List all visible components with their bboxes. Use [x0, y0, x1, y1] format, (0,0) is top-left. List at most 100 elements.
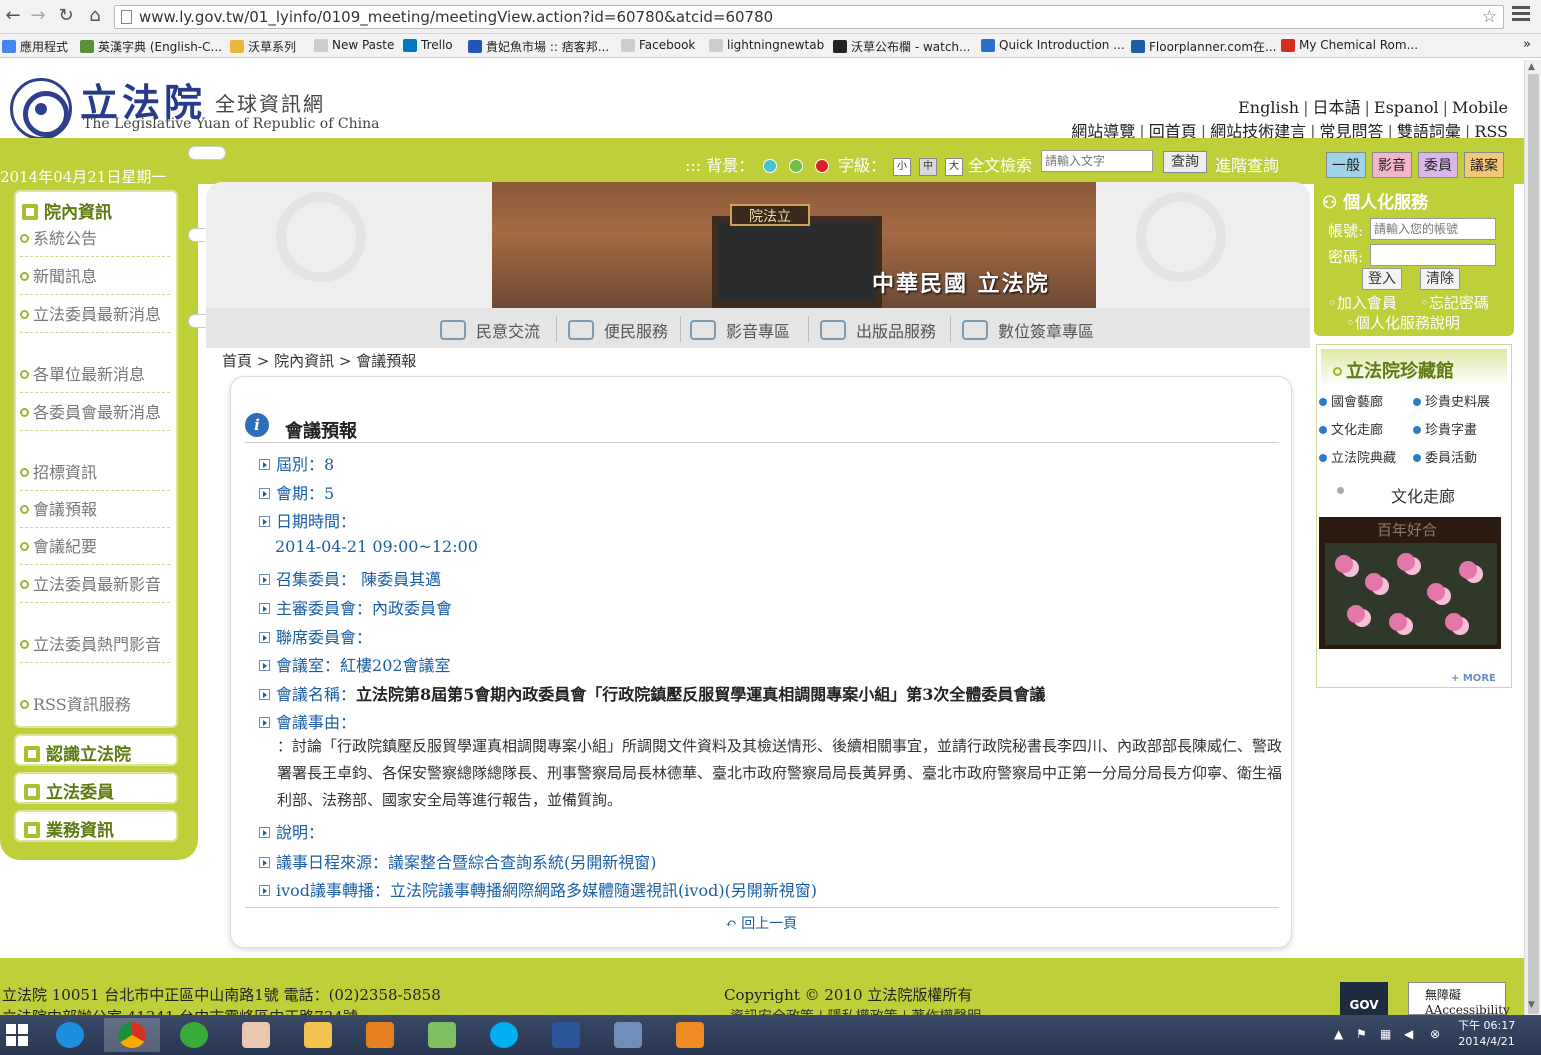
search-button[interactable]: 查詢: [1163, 151, 1207, 173]
section-internal-info[interactable]: 院內資訊: [22, 198, 112, 223]
address-bar[interactable]: www.ly.gov.tw/01_lyinfo/0109_meeting/mee…: [114, 5, 1504, 29]
close-circle-icon[interactable]: ⊗: [1430, 1027, 1440, 1041]
sidebar-item[interactable]: 會議紀要: [20, 536, 170, 565]
ie-taskbar-button[interactable]: [42, 1018, 98, 1052]
app-taskbar-button[interactable]: [414, 1018, 470, 1052]
browser-menu-icon[interactable]: [1512, 6, 1530, 26]
app-taskbar-button[interactable]: [228, 1018, 284, 1052]
volume-icon[interactable]: ◀: [1404, 1027, 1413, 1041]
advanced-search-link[interactable]: 進階查詢: [1215, 152, 1279, 176]
more-link[interactable]: + MORE: [1451, 673, 1496, 684]
sidebar-item[interactable]: 招標資訊: [20, 462, 170, 491]
login-button[interactable]: 登入: [1362, 268, 1402, 290]
media-taskbar-button[interactable]: [662, 1018, 718, 1052]
museum-link[interactable]: 國會藝廊: [1319, 391, 1383, 410]
system-clock[interactable]: 下午 06:17 2014/4/21: [1458, 1018, 1515, 1050]
bookmark-item[interactable]: lightningnewtab: [709, 38, 824, 52]
scrollbar[interactable]: ▲ ▼: [1524, 60, 1541, 1015]
skype-taskbar-button[interactable]: [476, 1018, 532, 1052]
accessibility-badge[interactable]: 無障礙 AAccessibility: [1408, 982, 1510, 1015]
back-link[interactable]: ↶ 回上一頁: [725, 913, 797, 933]
scroll-up-icon[interactable]: ▲: [1528, 62, 1535, 72]
font-small-button[interactable]: 小: [893, 158, 911, 176]
ivod-link[interactable]: 立法院議事轉播網際網路多媒體隨選視訊(ivod)(另開新視窗): [390, 881, 817, 900]
museum-link[interactable]: 立法院典藏: [1319, 447, 1396, 466]
account-input[interactable]: [1370, 218, 1496, 240]
nav-tab-services[interactable]: 便民服務: [568, 318, 668, 342]
bookmark-item[interactable]: My Chemical Rom...: [1281, 38, 1418, 52]
gov-badge[interactable]: GOV: [1340, 982, 1388, 1015]
bookmark-item[interactable]: 沃草系列: [230, 38, 296, 55]
network-icon[interactable]: ▦: [1380, 1027, 1391, 1041]
flag-icon[interactable]: ⚑: [1356, 1027, 1367, 1041]
word-taskbar-button[interactable]: [538, 1018, 594, 1052]
font-medium-button[interactable]: 中: [919, 158, 937, 176]
chrome-taskbar-button[interactable]: [104, 1018, 160, 1052]
sidebar-item[interactable]: 立法委員最新消息: [20, 304, 170, 333]
bookmark-item[interactable]: 沃草公布欄 - watch...: [833, 38, 970, 55]
scroll-thumb[interactable]: [1528, 74, 1539, 1014]
sidebar-item[interactable]: 新聞訊息: [20, 266, 170, 295]
tab-media[interactable]: 影音: [1372, 152, 1412, 178]
sidebar-item[interactable]: 立法委員最新影音: [20, 574, 170, 603]
reload-icon[interactable]: ↻: [55, 5, 77, 27]
tab-general[interactable]: 一般: [1326, 152, 1366, 178]
bookmarks-more-icon[interactable]: »: [1523, 37, 1531, 52]
sidebar-item[interactable]: 系統公告: [20, 228, 170, 257]
tab-bills[interactable]: 議案: [1464, 152, 1504, 178]
sidebar-item[interactable]: 各單位最新消息: [20, 364, 170, 393]
tab-legislators[interactable]: 委員: [1418, 152, 1458, 178]
sidebar-item[interactable]: RSS資訊服務: [20, 694, 170, 722]
forgot-password-link[interactable]: ◦忘記密碼: [1420, 292, 1489, 313]
back-arrow-icon[interactable]: ←: [2, 5, 24, 27]
bg-color-green[interactable]: [789, 159, 803, 173]
lang-spanish-link[interactable]: Espanol: [1374, 98, 1439, 117]
app-taskbar-button[interactable]: [600, 1018, 656, 1052]
clear-button[interactable]: 清除: [1420, 268, 1460, 290]
sidebar-button-legislators[interactable]: 立法委員: [14, 772, 178, 804]
sidebar-button-about[interactable]: 認識立法院: [14, 734, 178, 766]
footer-policy-links[interactable]: 資訊安全政策 | 隱私權政策 | 著作權聲明: [730, 1006, 981, 1015]
lang-english-link[interactable]: English: [1238, 98, 1299, 117]
bookmark-item[interactable]: Facebook: [621, 38, 695, 52]
nav-tab-media[interactable]: 影音專區: [690, 318, 790, 342]
sidebar-item[interactable]: 各委員會最新消息: [20, 402, 170, 431]
agenda-source-link[interactable]: 議案整合暨綜合查詢系統(另開新視窗): [388, 853, 657, 872]
bookmark-item[interactable]: 英漢字典 (English-C...: [80, 38, 222, 55]
personal-service-help-link[interactable]: ◦個人化服務說明: [1346, 312, 1460, 333]
bookmark-item[interactable]: Trello: [403, 38, 453, 52]
museum-link[interactable]: 珍貴字畫: [1413, 419, 1477, 438]
nav-tab-digital-signature[interactable]: 數位簽章專區: [962, 318, 1094, 342]
lily-painting-image[interactable]: 百年好合: [1319, 517, 1501, 649]
nav-tab-publications[interactable]: 出版品服務: [820, 318, 936, 342]
app-taskbar-button[interactable]: [352, 1018, 408, 1052]
breadcrumb[interactable]: 首頁 > 院內資訊 > 會議預報: [222, 350, 416, 371]
password-input[interactable]: [1370, 244, 1496, 266]
museum-link[interactable]: 文化走廊: [1319, 419, 1383, 438]
legislative-yuan-emblem-icon[interactable]: [10, 78, 72, 140]
home-icon[interactable]: ⌂: [84, 5, 106, 27]
scroll-down-icon[interactable]: ▼: [1528, 1000, 1535, 1010]
bookmark-item[interactable]: New Paste: [314, 38, 394, 52]
bookmark-item[interactable]: Floorplanner.com在...: [1131, 38, 1276, 55]
bookmark-item[interactable]: Quick Introduction ...: [981, 38, 1125, 52]
bookmark-item[interactable]: 貴妃魚市場 :: 痞客邦...: [468, 38, 609, 55]
tray-expand-icon[interactable]: ▲: [1334, 1027, 1343, 1041]
app-taskbar-button[interactable]: [166, 1018, 222, 1052]
sidebar-item[interactable]: 立法委員熱門影音: [20, 634, 170, 663]
windows-start-icon[interactable]: [6, 1024, 28, 1046]
search-input[interactable]: [1041, 150, 1153, 172]
sidebar-button-business[interactable]: 業務資訊: [14, 810, 178, 842]
bookmark-star-icon[interactable]: ☆: [1482, 6, 1497, 28]
bg-color-cyan[interactable]: [763, 159, 777, 173]
museum-link[interactable]: 委員活動: [1413, 447, 1477, 466]
bookmark-item[interactable]: 應用程式: [2, 38, 68, 55]
font-large-button[interactable]: 大: [945, 158, 963, 176]
mobile-link[interactable]: Mobile: [1452, 98, 1508, 117]
forward-arrow-icon[interactable]: →: [27, 5, 49, 27]
nav-tab-public-opinion[interactable]: 民意交流: [440, 318, 540, 342]
bg-color-red[interactable]: [815, 159, 829, 173]
join-member-link[interactable]: ◦加入會員: [1328, 292, 1397, 313]
museum-link[interactable]: 珍貴史料展: [1413, 391, 1490, 410]
sidebar-item[interactable]: 會議預報: [20, 499, 170, 528]
